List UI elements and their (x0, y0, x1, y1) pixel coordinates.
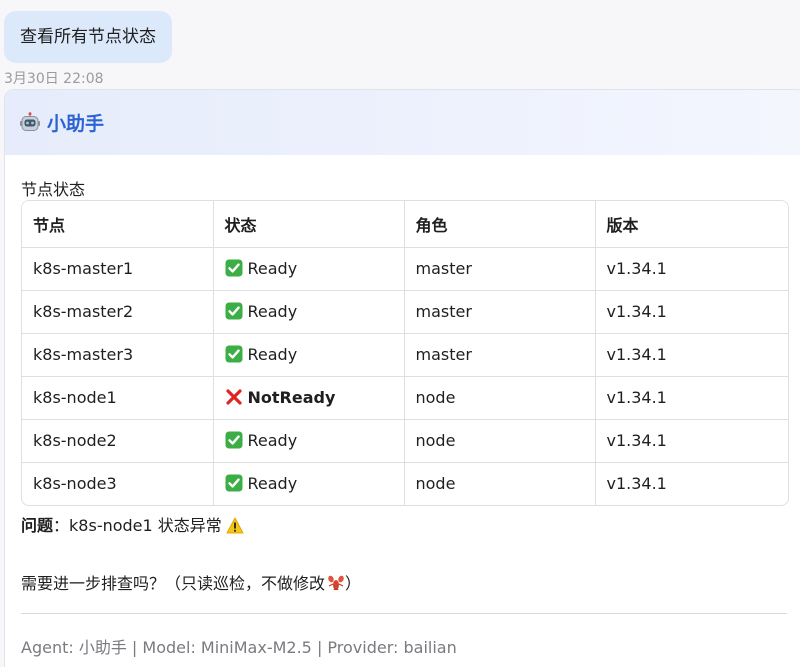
status-cell: Ready (213, 247, 405, 291)
table-row: k8s-master1 Ready master v1.34.1 (22, 247, 788, 291)
table-row: k8s-node1 NotReady node v1.34.1 (22, 376, 788, 420)
user-message-bubble: 查看所有节点状态 (4, 11, 172, 63)
warning-icon (226, 517, 244, 534)
status-cell: Ready (213, 290, 405, 334)
node-name-cell: k8s-master2 (22, 290, 214, 334)
agent-info-footer: Agent: 小助手 | Model: MiniMax-M2.5 | Provi… (21, 638, 457, 657)
version-cell: v1.34.1 (595, 376, 788, 420)
followup-text: 需要进一步排查吗？（只读巡检，不做修改 (21, 574, 326, 593)
node-name-cell: k8s-node1 (22, 376, 214, 420)
version-cell: v1.34.1 (595, 419, 788, 463)
version-cell: v1.34.1 (606, 474, 667, 494)
role-cell: master (404, 333, 596, 377)
footer-divider (21, 613, 787, 614)
section-title: 节点状态 (21, 180, 86, 199)
user-message-text: 查看所有节点状态 (20, 27, 156, 47)
table-row: k8s-master2 Ready master v1.34.1 (22, 290, 788, 334)
check-icon (225, 345, 242, 363)
status-text: Ready (247, 431, 298, 450)
node-name-cell: k8s-master3 (22, 333, 214, 377)
status-text: Ready (247, 259, 298, 278)
status-cell: Ready (213, 333, 405, 377)
check-icon (225, 302, 242, 320)
status-cell: Ready (213, 462, 405, 505)
assistant-message-card: 小助手 节点状态 节点 状态 角色 版本 k8s-master1 Ready mas… (4, 89, 800, 667)
version-cell: v1.34.1 (595, 290, 788, 334)
status-cell: Ready (213, 419, 405, 463)
issue-line: 问题：k8s-node1 状态异常 (21, 512, 244, 536)
status-text: Ready (247, 302, 298, 321)
check-icon (225, 431, 242, 449)
status-text: NotReady (247, 388, 336, 407)
column-header-status: 状态 (213, 201, 405, 248)
table-row: k8s-master3 Ready master v1.34.1 (22, 333, 788, 377)
robot-icon (20, 111, 40, 131)
status-cell: NotReady (213, 376, 405, 420)
table-row: k8s-node2 Ready node v1.34.1 (22, 419, 788, 463)
node-name-cell: k8s-node3 (22, 462, 214, 505)
assistant-header: 小助手 (5, 90, 800, 155)
column-header-node: 节点 (22, 201, 214, 248)
issue-separator: ： (53, 516, 70, 535)
role-cell: node (404, 376, 596, 420)
column-header-version: 版本 (595, 201, 788, 248)
followup-question: 需要进一步排查吗？（只读巡检，不做修改 ） (21, 570, 361, 594)
node-name-cell: k8s-node2 (22, 419, 214, 463)
table-row: k8s-node3 Ready node v1.34.1 (22, 462, 788, 505)
version-cell: v1.34.1 (595, 333, 788, 377)
issue-label: 问题 (21, 516, 54, 535)
issue-text: k8s-node1 状态异常 (69, 516, 222, 535)
version-cell: v1.34.1 (595, 247, 788, 291)
node-name-cell: k8s-master1 (22, 247, 214, 291)
cross-icon (225, 389, 242, 405)
message-timestamp: 3月30日 22:08 (4, 71, 104, 87)
role-cell: node (404, 462, 596, 505)
role-cell: master (404, 247, 596, 291)
status-text: Ready (247, 474, 298, 494)
node-status-table: 节点 状态 角色 版本 k8s-master1 Ready master v1.34.… (21, 200, 789, 506)
table-header-row: 节点 状态 角色 版本 (22, 201, 788, 248)
check-icon (225, 259, 242, 277)
check-icon (225, 474, 242, 492)
column-header-role: 角色 (404, 201, 596, 248)
status-text: Ready (247, 345, 298, 364)
role-cell: node (404, 419, 596, 463)
lobster-icon (328, 575, 344, 590)
role-cell: master (404, 290, 596, 334)
chat-view: 查看所有节点状态 3月30日 22:08 小助手 节点状态 节点 状态 角色 版… (0, 0, 800, 667)
followup-suffix: ） (345, 574, 362, 593)
assistant-name: 小助手 (47, 113, 105, 135)
